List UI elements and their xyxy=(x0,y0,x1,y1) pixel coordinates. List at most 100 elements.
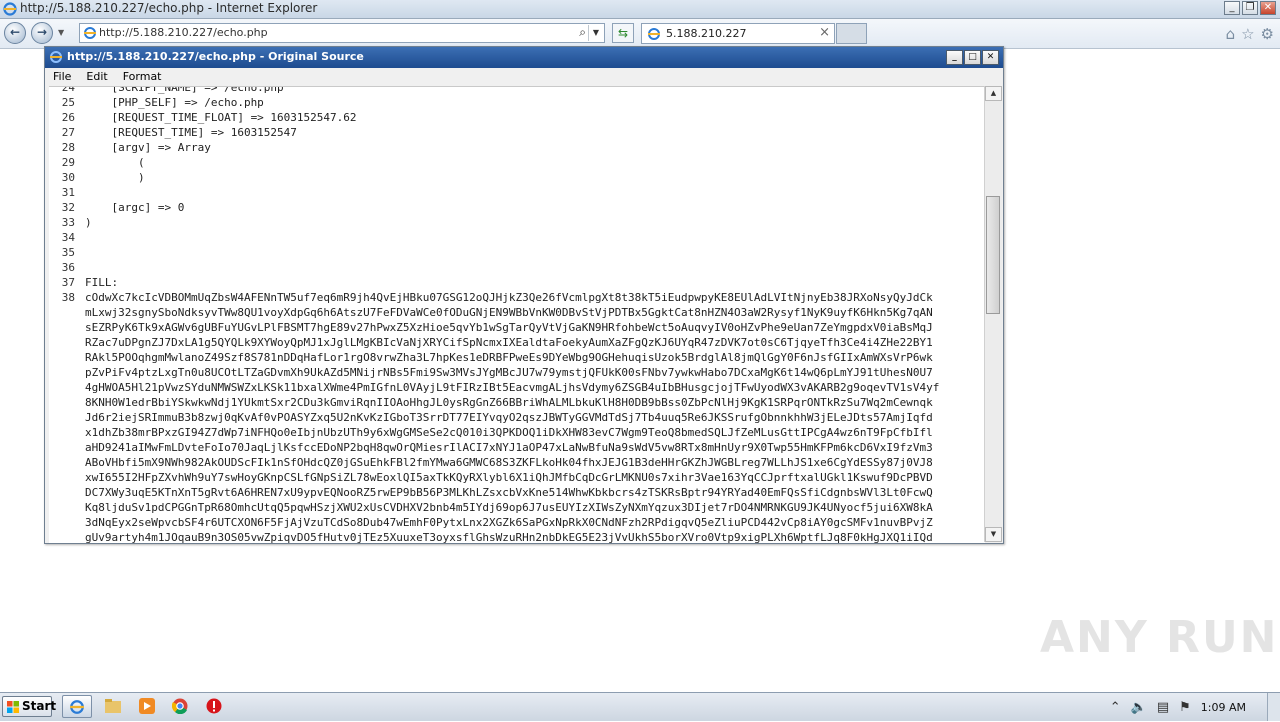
compatibility-refresh-button[interactable]: ⇆ xyxy=(612,23,634,43)
menu-edit[interactable]: Edit xyxy=(78,68,114,86)
source-line: xwI655I2HFpZXvhWh9uY7swHoyGKnpCSLfGNpSiZ… xyxy=(49,470,939,485)
address-bar[interactable]: http://5.188.210.227/echo.php ⌕ ▼ xyxy=(79,23,605,43)
scroll-up-icon[interactable]: ▲ xyxy=(985,86,1002,101)
system-tray: ⌃ 🔈 ▤ ⚑ 1:09 AM xyxy=(1110,693,1280,721)
tab-ie-icon xyxy=(648,28,660,40)
source-line: 34 xyxy=(49,230,939,245)
source-maximize-button[interactable]: □ xyxy=(964,50,981,65)
minimize-button[interactable]: _ xyxy=(1224,1,1240,15)
source-line: 35 xyxy=(49,245,939,260)
tray-expand-icon[interactable]: ⌃ xyxy=(1110,700,1121,715)
line-text: gUv9artyh4m1JOqauB9n3OS05vwZpiqvDO5fHutv… xyxy=(85,531,933,543)
network-icon[interactable]: ▤ xyxy=(1157,700,1169,715)
taskbar-media-player-icon[interactable] xyxy=(132,695,162,718)
settings-gear-icon[interactable]: ⚙ xyxy=(1261,25,1274,43)
source-ie-icon xyxy=(50,51,62,63)
line-number xyxy=(49,320,75,335)
menu-format[interactable]: Format xyxy=(115,68,169,86)
new-tab-button[interactable] xyxy=(836,23,867,44)
source-line: 33) xyxy=(49,215,939,230)
history-dropdown-icon[interactable]: ▼ xyxy=(58,28,64,37)
source-window-controls: _ □ ✕ xyxy=(946,50,999,65)
address-dropdown-icon[interactable]: ▼ xyxy=(588,25,603,41)
line-number xyxy=(49,455,75,470)
source-line: mLxwj32sgnySboNdksyvTWw8QU1voyXdpGq6h6At… xyxy=(49,305,939,320)
clock[interactable]: 1:09 AM xyxy=(1201,701,1246,714)
line-text: [argc] => 0 xyxy=(85,201,185,214)
source-viewer-window: http://5.188.210.227/echo.php - Original… xyxy=(44,46,1004,544)
line-text: x1dhZb38mrBPxzGI94Z7dWp7iNFHQo0eIbjnUbzU… xyxy=(85,426,933,439)
restore-button[interactable]: ❐ xyxy=(1242,1,1258,15)
start-button[interactable]: Start xyxy=(2,696,56,717)
source-window-titlebar[interactable]: http://5.188.210.227/echo.php - Original… xyxy=(45,47,1003,68)
source-line: 25 [PHP_SELF] => /echo.php xyxy=(49,95,939,110)
line-number xyxy=(49,485,75,500)
line-text: ABoVHbfi5mX9NWh982AkOUDScFIk1nSfOHdcQZ0j… xyxy=(85,456,933,469)
line-number: 30 xyxy=(61,171,75,184)
line-text: 3dNqEyx2seWpvcbSF4r6UTCXON6F5FjAjVzuTCdS… xyxy=(85,516,933,529)
page-ie-icon xyxy=(84,27,96,39)
back-button[interactable]: ← xyxy=(4,22,26,44)
source-line: Kq8ljduSv1pdCPGGnTpR68OmhcUtqQ5pqwHSzjXW… xyxy=(49,500,939,515)
line-number: 35 xyxy=(61,246,75,259)
source-line: Jd6r2iejSRImmuB3b8zwj0qKvAf0vPOASYZxq5U2… xyxy=(49,410,939,425)
forward-arrow-icon: → xyxy=(36,25,48,39)
line-text: FILL: xyxy=(85,276,119,289)
line-text: [SCRIPT_NAME] => /echo.php xyxy=(85,86,284,94)
line-number xyxy=(49,305,75,320)
source-menu-bar: File Edit Format xyxy=(45,68,1003,86)
line-number xyxy=(49,440,75,455)
menu-file[interactable]: File xyxy=(45,68,78,86)
line-text xyxy=(75,245,85,260)
ie-logo-icon xyxy=(3,2,17,16)
line-text: pZvPiFv4ptzLxgTn0u8UCOtLTZaGDvmXh9UkAZd5… xyxy=(85,366,933,379)
line-text: xwI655I2HFpZXvhWh9uY7swHoyGKnpCSLfGNpSiZ… xyxy=(85,471,933,484)
source-line: RZac7uDPgnZJ7DxLA1g5QYQLk9XYWoyQpMJ1xJgl… xyxy=(49,335,939,350)
source-line: 36 xyxy=(49,260,939,275)
taskbar-ie-icon[interactable] xyxy=(62,695,92,718)
line-text xyxy=(75,260,85,275)
line-text: cOdwXc7kcIcVDBOMmUqZbsW4AFENnTW5uf7eq6mR… xyxy=(85,291,933,304)
show-desktop-button[interactable] xyxy=(1267,693,1280,721)
taskbar-explorer-icon[interactable] xyxy=(98,695,128,718)
taskbar: Start ⌃ 🔈 ▤ ⚑ 1:09 AM xyxy=(0,692,1280,721)
source-line: x1dhZb38mrBPxzGI94Z7dWp7iNFHQo0eIbjnUbzU… xyxy=(49,425,939,440)
line-number xyxy=(49,365,75,380)
line-text: RAkl5POOqhgmMwlanoZ49Szf8S781nDDqHafLor1… xyxy=(85,351,933,364)
line-text: 8KNH0W1edrBbiYSkwkwNdj1YUkmtSxr2CDu3kGmv… xyxy=(85,396,933,409)
scroll-thumb[interactable] xyxy=(986,196,1000,314)
line-number: 24 xyxy=(61,86,75,94)
source-line: 37 FILL: xyxy=(49,275,939,290)
source-close-button[interactable]: ✕ xyxy=(982,50,999,65)
line-number xyxy=(49,350,75,365)
browser-tab[interactable]: 5.188.210.227 × xyxy=(641,23,835,44)
address-url[interactable]: http://5.188.210.227/echo.php xyxy=(99,26,268,39)
vertical-scrollbar[interactable]: ▲ ▼ xyxy=(984,86,1002,542)
source-line: pZvPiFv4ptzLxgTn0u8UCOtLTZaGDvmXh9UkAZd5… xyxy=(49,365,939,380)
source-text-area[interactable]: 24 [SCRIPT_NAME] => /echo.php 25 [PHP_SEL… xyxy=(49,86,985,543)
line-text xyxy=(75,185,85,200)
line-text: ( xyxy=(85,156,145,169)
ie-title-bar: http://5.188.210.227/echo.php - Internet… xyxy=(0,0,1280,19)
favorites-star-icon[interactable]: ☆ xyxy=(1241,25,1254,43)
volume-icon[interactable]: 🔈 xyxy=(1131,700,1147,715)
scroll-down-icon[interactable]: ▼ xyxy=(985,527,1002,542)
line-text: Jd6r2iejSRImmuB3b8zwj0qKvAf0vPOASYZxq5U2… xyxy=(85,411,933,424)
source-line: 29 ( xyxy=(49,155,939,170)
source-line: 38 cOdwXc7kcIcVDBOMmUqZbsW4AFENnTW5uf7eq6… xyxy=(49,290,939,305)
source-line: 27 [REQUEST_TIME] => 1603152547 xyxy=(49,125,939,140)
taskbar-chrome-icon[interactable] xyxy=(165,695,195,718)
line-text: [REQUEST_TIME_FLOAT] => 1603152547.62 xyxy=(85,111,357,124)
home-icon[interactable]: ⌂ xyxy=(1226,25,1236,43)
taskbar-alert-icon[interactable] xyxy=(199,695,229,718)
forward-button[interactable]: → xyxy=(31,22,53,44)
source-minimize-button[interactable]: _ xyxy=(946,50,963,65)
source-line: 3dNqEyx2seWpvcbSF4r6UTCXON6F5FjAjVzuTCdS… xyxy=(49,515,939,530)
line-text: sEZRPyK6Tk9xAGWv6gUBFuYUGvLPlFBSMT7hgE89… xyxy=(85,321,933,334)
tab-close-icon[interactable]: × xyxy=(819,25,830,40)
line-number: 26 xyxy=(61,111,75,124)
close-button[interactable]: ✕ xyxy=(1260,1,1276,15)
action-center-flag-icon[interactable]: ⚑ xyxy=(1179,700,1191,715)
search-icon[interactable]: ⌕ xyxy=(579,25,586,40)
line-number: 37 xyxy=(61,276,75,289)
